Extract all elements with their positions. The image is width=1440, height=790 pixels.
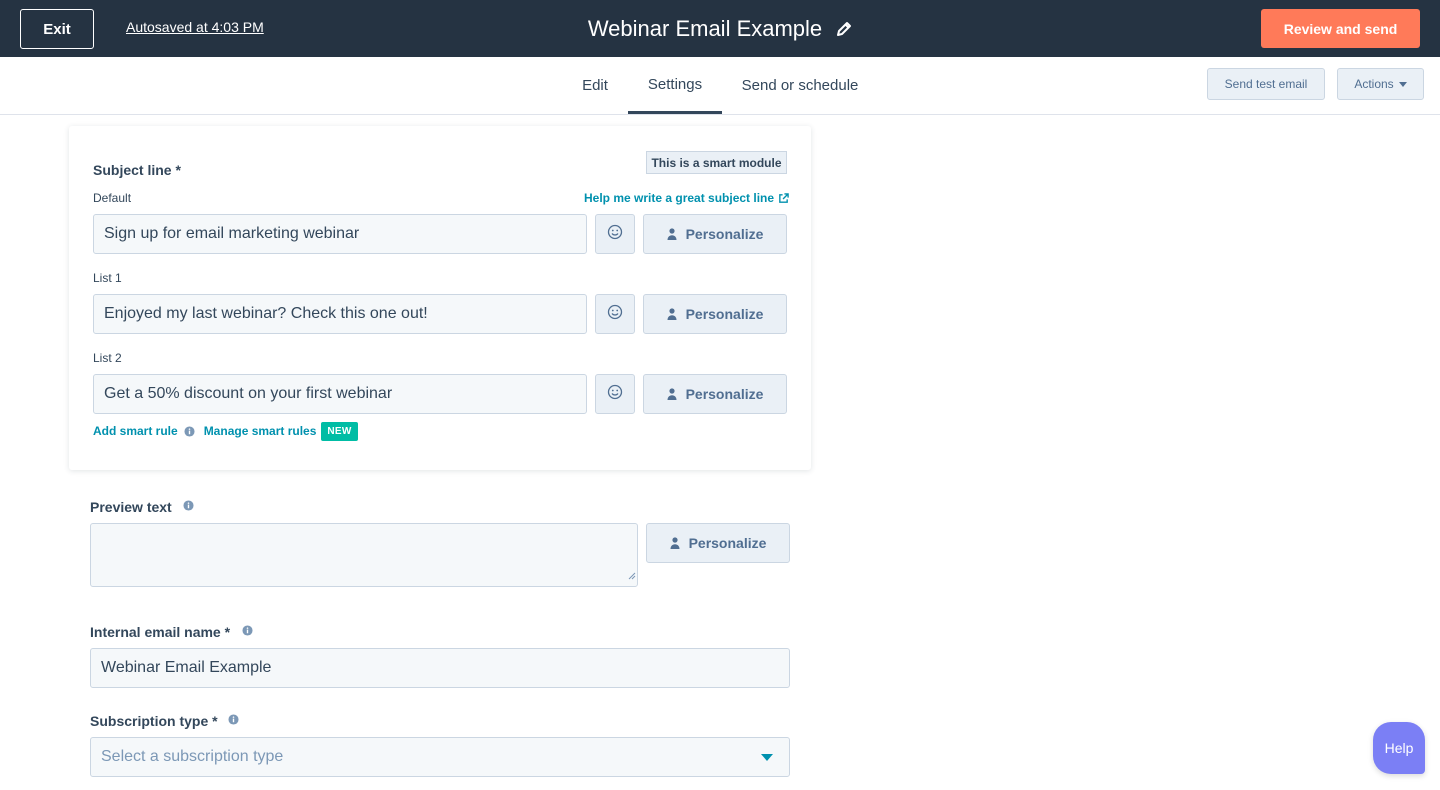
person-icon bbox=[667, 308, 677, 320]
subject-help-link[interactable]: Help me write a great subject line bbox=[584, 191, 789, 205]
add-smart-rule-link[interactable]: Add smart rule bbox=[93, 424, 178, 438]
chevron-down-icon bbox=[1398, 81, 1407, 87]
new-badge: NEW bbox=[321, 421, 358, 441]
pencil-icon[interactable] bbox=[836, 21, 852, 37]
subject-line-label: Subject line * bbox=[93, 162, 181, 178]
tabs-row: Edit Settings Send or schedule Send test… bbox=[0, 57, 1440, 115]
personalize-button[interactable]: Personalize bbox=[643, 214, 787, 254]
tab-edit[interactable]: Edit bbox=[570, 57, 620, 114]
internal-name-label: Internal email name * bbox=[90, 624, 231, 640]
actions-button[interactable]: Actions bbox=[1337, 68, 1424, 100]
personalize-label: Personalize bbox=[685, 386, 764, 402]
top-bar: Exit Autosaved at 4:03 PM Webinar Email … bbox=[0, 0, 1440, 57]
subscription-type-label: Subscription type * bbox=[90, 713, 218, 729]
preview-text-input[interactable] bbox=[90, 523, 638, 587]
personalize-label: Personalize bbox=[688, 535, 767, 551]
resize-handle-icon[interactable] bbox=[627, 567, 636, 585]
emoji-button[interactable] bbox=[595, 214, 635, 254]
chevron-down-icon bbox=[761, 754, 773, 761]
subscription-type-select[interactable]: Select a subscription type bbox=[90, 737, 790, 777]
send-test-email-button[interactable]: Send test email bbox=[1207, 68, 1325, 100]
help-button[interactable]: Help bbox=[1373, 722, 1425, 774]
subject-default-input[interactable]: Sign up for email marketing webinar bbox=[93, 214, 587, 254]
person-icon bbox=[667, 228, 677, 240]
personalize-button[interactable]: Personalize bbox=[643, 374, 787, 414]
exit-button[interactable]: Exit bbox=[20, 9, 94, 49]
person-icon bbox=[667, 388, 677, 400]
subject-list-2-input[interactable]: Get a 50% discount on your first webinar bbox=[93, 374, 587, 414]
smart-module-badge: This is a smart module bbox=[646, 151, 787, 174]
smart-rule-links: Add smart rule Manage smart rules NEW bbox=[93, 420, 358, 442]
row-label-default: Default bbox=[93, 191, 132, 205]
preview-personalize-button[interactable]: Personalize bbox=[646, 523, 790, 563]
subscription-type-placeholder: Select a subscription type bbox=[101, 748, 284, 765]
email-title: Webinar Email Example bbox=[587, 15, 823, 41]
person-icon bbox=[670, 537, 680, 549]
personalize-button[interactable]: Personalize bbox=[643, 294, 787, 334]
review-and-send-button[interactable]: Review and send bbox=[1261, 9, 1420, 48]
smiley-icon bbox=[607, 224, 623, 245]
tab-send-or-schedule[interactable]: Send or schedule bbox=[730, 57, 870, 114]
row-label-list-2: List 2 bbox=[93, 351, 122, 365]
tab-settings[interactable]: Settings bbox=[628, 57, 722, 114]
internal-name-input[interactable]: Webinar Email Example bbox=[90, 648, 790, 688]
info-icon[interactable] bbox=[183, 500, 194, 511]
smiley-icon bbox=[607, 304, 623, 325]
info-icon[interactable] bbox=[242, 625, 253, 636]
emoji-button[interactable] bbox=[595, 374, 635, 414]
subject-help-link-text: Help me write a great subject line bbox=[584, 191, 775, 205]
preview-text-label: Preview text bbox=[90, 499, 172, 515]
info-icon[interactable] bbox=[228, 714, 239, 725]
actions-label: Actions bbox=[1354, 77, 1394, 91]
subject-list-1-input[interactable]: Enjoyed my last webinar? Check this one … bbox=[93, 294, 587, 334]
emoji-button[interactable] bbox=[595, 294, 635, 334]
smart-module-card: This is a smart module Subject line * De… bbox=[69, 126, 811, 470]
smiley-icon bbox=[607, 384, 623, 405]
personalize-label: Personalize bbox=[685, 226, 764, 242]
autosave-status[interactable]: Autosaved at 4:03 PM bbox=[126, 19, 264, 35]
row-label-list-1: List 1 bbox=[93, 271, 122, 285]
manage-smart-rules-link[interactable]: Manage smart rules bbox=[204, 424, 317, 438]
info-icon[interactable] bbox=[184, 425, 195, 437]
personalize-label: Personalize bbox=[685, 306, 764, 322]
external-link-icon bbox=[778, 192, 789, 204]
